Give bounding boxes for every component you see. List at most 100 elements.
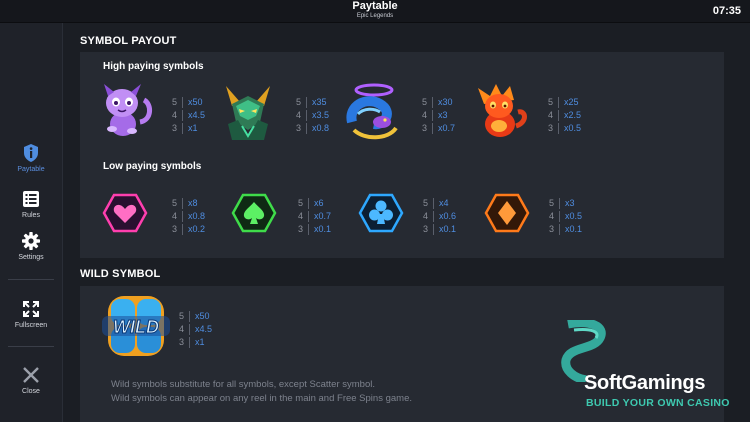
pay-row: 4 x0.7 — [293, 210, 331, 223]
club-gem-symbol — [358, 193, 404, 233]
pay-value: x0.8 — [188, 211, 206, 221]
pay-row: 3 x0.1 — [293, 223, 331, 236]
pay-count: 5 — [548, 198, 554, 208]
pay-count: 3 — [171, 123, 177, 133]
pay-row: 4 x0.5 — [544, 210, 582, 223]
pay-value: x25 — [564, 97, 579, 107]
pay-value: x3 — [565, 198, 575, 208]
wild-description-line: Wild symbols can appear on any reel in t… — [111, 393, 412, 404]
sidebar-divider — [8, 346, 54, 347]
pay-value: x4.5 — [195, 324, 213, 334]
pay-count: 5 — [178, 311, 184, 321]
pay-row: 4 x2.5 — [543, 109, 581, 122]
red-fire-dragon-symbol — [478, 84, 527, 137]
pay-count: 5 — [421, 97, 427, 107]
title-block: Paytable Epic Legends — [0, 1, 750, 20]
blue-serpent-symbol — [346, 83, 398, 140]
symbol-payout-heading: SYMBOL PAYOUT — [80, 35, 177, 47]
pay-row: 4 x0.6 — [418, 210, 456, 223]
sidebar-item-paytable[interactable]: Paytable — [0, 143, 62, 173]
paytable-low-4: 5 x3 4 x0.5 3 x0.1 — [544, 197, 582, 236]
pay-value: x1 — [188, 123, 198, 133]
pay-row: 3 x1 — [167, 122, 205, 135]
pay-value: x2.5 — [564, 110, 582, 120]
pay-row: 3 x0.2 — [167, 223, 205, 236]
pay-count: 5 — [171, 198, 177, 208]
pay-value: x0.7 — [314, 211, 332, 221]
game-subtitle: Epic Legends — [356, 13, 394, 19]
pay-count: 4 — [297, 211, 303, 221]
sidebar-item-close[interactable]: Close — [0, 365, 62, 395]
paytable-high-4: 5 x25 4 x2.5 3 x0.5 — [543, 96, 581, 135]
sidebar-item-label: Rules — [22, 212, 40, 219]
paytable-low-3: 5 x4 4 x0.6 3 x0.1 — [418, 197, 456, 236]
pay-value: x0.2 — [188, 224, 206, 234]
sidebar-item-settings[interactable]: Settings — [0, 231, 62, 261]
pay-row: 5 x25 — [543, 96, 581, 109]
pay-count: 5 — [547, 97, 553, 107]
pay-row: 3 x0.8 — [291, 122, 329, 135]
clock: 07:35 — [712, 5, 741, 17]
pay-value: x50 — [188, 97, 203, 107]
pay-count: 4 — [295, 110, 301, 120]
pay-row: 3 x1 — [174, 336, 212, 349]
brand-name: SoftGamings — [584, 372, 706, 394]
sidebar-item-label: Close — [22, 388, 40, 395]
pay-count: 5 — [171, 97, 177, 107]
paytable-low-1: 5 x8 4 x0.8 3 x0.2 — [167, 197, 205, 236]
sidebar-item-fullscreen[interactable]: Fullscreen — [0, 299, 62, 329]
green-fox-warrior-symbol — [226, 86, 270, 140]
wild-symbol-heading: WILD SYMBOL — [80, 268, 161, 280]
pay-row: 5 x35 — [291, 96, 329, 109]
sidebar-item-label: Paytable — [17, 166, 45, 173]
pay-value: x0.6 — [439, 211, 457, 221]
pay-row: 5 x8 — [167, 197, 205, 210]
pay-count: 5 — [422, 198, 428, 208]
pay-count: 3 — [295, 123, 301, 133]
pay-row: 4 x3.5 — [291, 109, 329, 122]
pay-row: 3 x0.1 — [544, 223, 582, 236]
paytable-wild: 5 x50 4 x4.5 3 x1 — [174, 310, 212, 349]
sidebar: Paytable Rules Settings Fullscreen Close — [0, 23, 63, 422]
top-bar: Paytable Epic Legends 07:35 — [0, 0, 750, 23]
pay-count: 4 — [178, 324, 184, 334]
pay-row: 4 x0.8 — [167, 210, 205, 223]
low-paying-heading: Low paying symbols — [103, 161, 202, 172]
pay-value: x0.1 — [314, 224, 332, 234]
pay-count: 4 — [421, 110, 427, 120]
gear-icon — [22, 232, 40, 250]
sidebar-divider — [8, 279, 54, 280]
pay-count: 3 — [297, 224, 303, 234]
info-shield-icon — [24, 144, 38, 162]
high-paying-heading: High paying symbols — [103, 61, 204, 72]
pay-row: 5 x3 — [544, 197, 582, 210]
close-icon — [23, 367, 39, 383]
pay-count: 4 — [171, 110, 177, 120]
pay-value: x0.7 — [438, 123, 456, 133]
pay-value: x50 — [195, 311, 210, 321]
pay-row: 4 x4.5 — [174, 323, 212, 336]
pay-value: x1 — [195, 337, 205, 347]
list-icon — [23, 191, 39, 207]
pay-row: 3 x0.7 — [417, 122, 455, 135]
pay-count: 4 — [422, 211, 428, 221]
brand-tagline: BUILD YOUR OWN CASINO — [586, 397, 730, 409]
diamond-gem-symbol — [484, 193, 530, 233]
heart-gem-symbol — [102, 193, 148, 233]
wild-symbol-text: WILD — [113, 317, 159, 337]
pay-count: 3 — [171, 224, 177, 234]
pay-value: x0.1 — [439, 224, 457, 234]
pay-count: 4 — [171, 211, 177, 221]
pay-value: x0.8 — [312, 123, 330, 133]
pay-count: 5 — [295, 97, 301, 107]
sidebar-item-rules[interactable]: Rules — [0, 189, 62, 219]
pay-row: 5 x50 — [174, 310, 212, 323]
pay-value: x30 — [438, 97, 453, 107]
pay-value: x0.5 — [565, 211, 583, 221]
paytable-high-3: 5 x30 4 x3 3 x0.7 — [417, 96, 455, 135]
softgamings-watermark: SoftGamings BUILD YOUR OWN CASINO — [560, 320, 750, 410]
pay-value: x3.5 — [312, 110, 330, 120]
fullscreen-icon — [23, 301, 39, 317]
wild-description: Wild symbols substitute for all symbols,… — [111, 378, 412, 406]
pay-value: x3 — [438, 110, 448, 120]
